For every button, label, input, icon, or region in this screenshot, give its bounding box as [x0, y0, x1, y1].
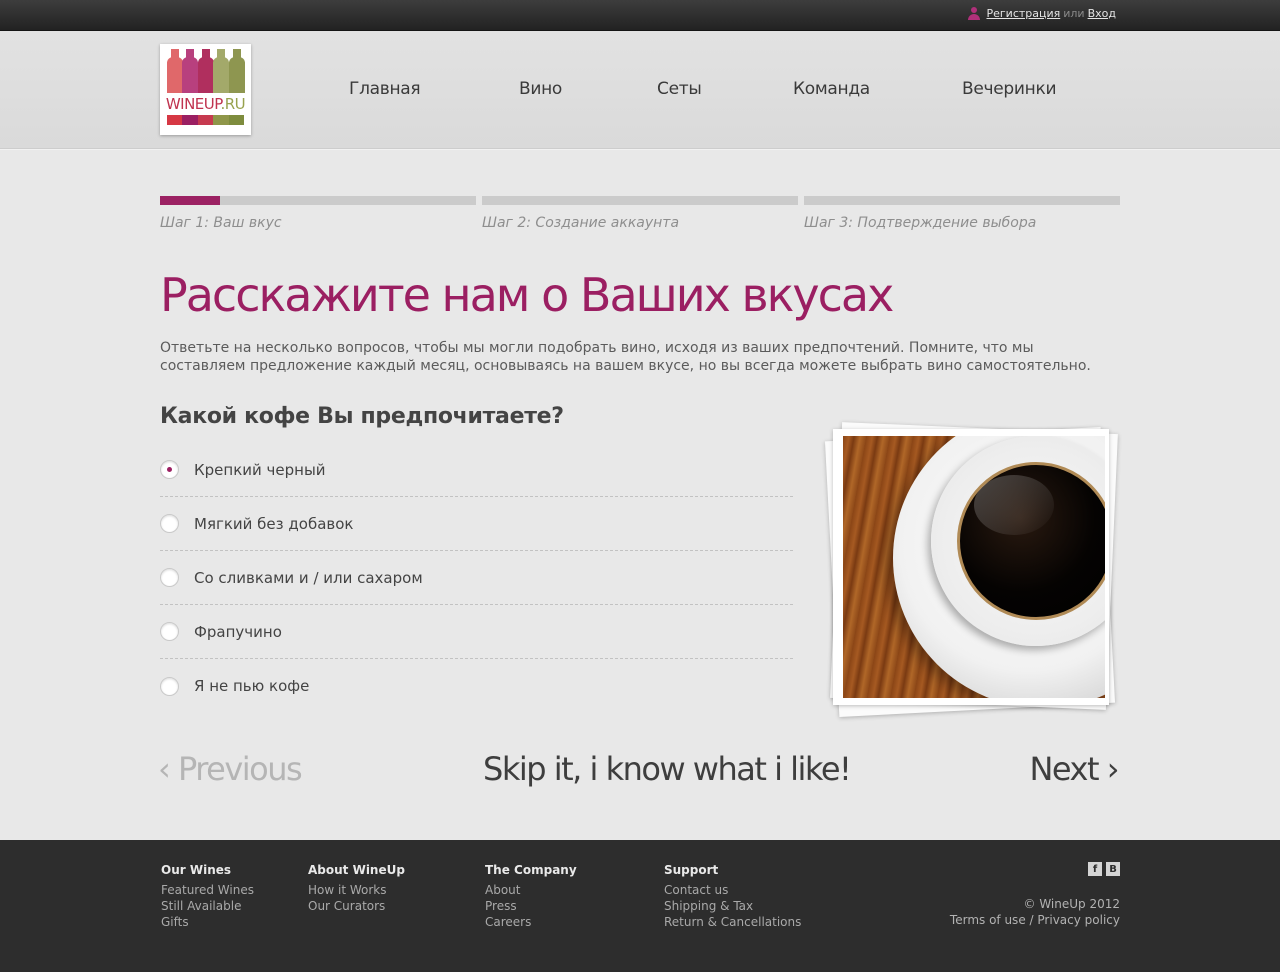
- nav-item-home[interactable]: Главная: [349, 79, 421, 99]
- auth-links: Регистрация или Вход: [968, 7, 1116, 20]
- footer-col-company: The Company About Press Careers: [485, 862, 577, 930]
- auth-separator: или: [1063, 7, 1085, 20]
- footer-link[interactable]: About: [485, 882, 577, 898]
- page-title: Расскажите нам о Ваших вкусах: [160, 268, 894, 322]
- coffee-cup-image: [843, 436, 1105, 698]
- copyright-text: © WineUp 2012: [1023, 897, 1121, 911]
- nav-item-team[interactable]: Команда: [793, 79, 870, 99]
- facebook-icon[interactable]: f: [1088, 862, 1102, 876]
- footer-link[interactable]: How it Works: [308, 882, 405, 898]
- step-progress-bar: [482, 196, 798, 205]
- question-title: Какой кофе Вы предпочитаете?: [160, 404, 564, 429]
- privacy-link[interactable]: Privacy policy: [1037, 913, 1120, 927]
- option-label: Я не пью кофе: [194, 677, 310, 695]
- legal-divider: /: [1029, 913, 1034, 927]
- option-cream-sugar[interactable]: Со сливками и / или сахаром: [160, 551, 793, 605]
- legal-links: Terms of use / Privacy policy: [950, 912, 1120, 928]
- user-icon: [968, 7, 981, 20]
- answer-options: Крепкий черный Мягкий без добавок Со сли…: [160, 443, 793, 713]
- footer-link[interactable]: Careers: [485, 914, 577, 930]
- step-label: Шаг 3: Подтверждение выбора: [804, 215, 1037, 231]
- radio-button[interactable]: [160, 514, 179, 533]
- footer-link[interactable]: Return & Cancellations: [664, 914, 801, 930]
- footer-col-title: The Company: [485, 863, 577, 877]
- footer-link[interactable]: Our Curators: [308, 898, 405, 914]
- copyright-block: © WineUp 2012 Terms of use / Privacy pol…: [950, 896, 1120, 928]
- step-progress-bar: [804, 196, 1120, 205]
- step-label: Шаг 1: Ваш вкус: [160, 215, 282, 231]
- footer-col-support: Support Contact us Shipping & Tax Return…: [664, 862, 801, 930]
- nav-item-sets[interactable]: Сеты: [657, 79, 702, 99]
- footer-col-title: Support: [664, 863, 719, 877]
- coffee-photo: [824, 420, 1118, 720]
- social-links: f В: [1088, 862, 1120, 876]
- footer-link[interactable]: Gifts: [161, 914, 254, 930]
- footer-link[interactable]: Still Available: [161, 898, 254, 914]
- footer-link[interactable]: Contact us: [664, 882, 801, 898]
- option-frappuccino[interactable]: Фрапучино: [160, 605, 793, 659]
- skip-button[interactable]: Skip it, i know what i like!: [483, 750, 852, 788]
- footer-col-title: About WineUp: [308, 863, 405, 877]
- radio-button[interactable]: [160, 676, 179, 696]
- register-link[interactable]: Регистрация: [986, 7, 1060, 20]
- radio-button[interactable]: [160, 622, 179, 641]
- option-label: Со сливками и / или сахаром: [194, 568, 423, 587]
- header: WINEUP.RU Главная Вино Сеты Команда Вече…: [0, 31, 1280, 149]
- radio-button[interactable]: [160, 568, 179, 587]
- radio-button[interactable]: [160, 460, 179, 479]
- footer-col-about: About WineUp How it Works Our Curators: [308, 862, 405, 914]
- step-label: Шаг 2: Создание аккаунта: [482, 215, 680, 231]
- footer-link[interactable]: Featured Wines: [161, 882, 254, 898]
- previous-button[interactable]: ‹ Previous: [158, 750, 303, 788]
- option-label: Мягкий без добавок: [194, 514, 354, 533]
- option-mild[interactable]: Мягкий без добавок: [160, 497, 793, 551]
- option-label: Фрапучино: [194, 622, 282, 641]
- step-2: Шаг 2: Создание аккаунта: [482, 196, 798, 231]
- step-3: Шаг 3: Подтверждение выбора: [804, 196, 1120, 231]
- option-strong-black[interactable]: Крепкий черный: [160, 443, 793, 497]
- terms-link[interactable]: Terms of use: [950, 913, 1026, 927]
- vkontakte-icon[interactable]: В: [1106, 862, 1120, 876]
- login-link[interactable]: Вход: [1088, 7, 1116, 20]
- step-1: Шаг 1: Ваш вкус: [160, 196, 476, 231]
- step-progress-bar: [160, 196, 476, 205]
- intro-text: Ответьте на несколько вопросов, чтобы мы…: [160, 340, 1091, 374]
- footer-col-title: Our Wines: [161, 863, 232, 877]
- nav-item-wine[interactable]: Вино: [519, 79, 562, 99]
- footer-link[interactable]: Press: [485, 898, 577, 914]
- coffee-shape: [957, 462, 1105, 620]
- footer-link[interactable]: Shipping & Tax: [664, 898, 801, 914]
- option-no-coffee[interactable]: Я не пью кофе: [160, 659, 793, 713]
- next-button[interactable]: Next ›: [1029, 750, 1119, 788]
- nav-item-parties[interactable]: Вечеринки: [962, 79, 1057, 99]
- logo-bottle-bases-icon: [165, 115, 246, 125]
- main-nav: Главная Вино Сеты Команда Вечеринки: [0, 79, 1280, 103]
- footer: Our Wines Featured Wines Still Available…: [0, 840, 1280, 972]
- top-bar: Регистрация или Вход: [0, 0, 1280, 31]
- footer-col-our-wines: Our Wines Featured Wines Still Available…: [161, 862, 254, 930]
- option-label: Крепкий черный: [194, 460, 326, 479]
